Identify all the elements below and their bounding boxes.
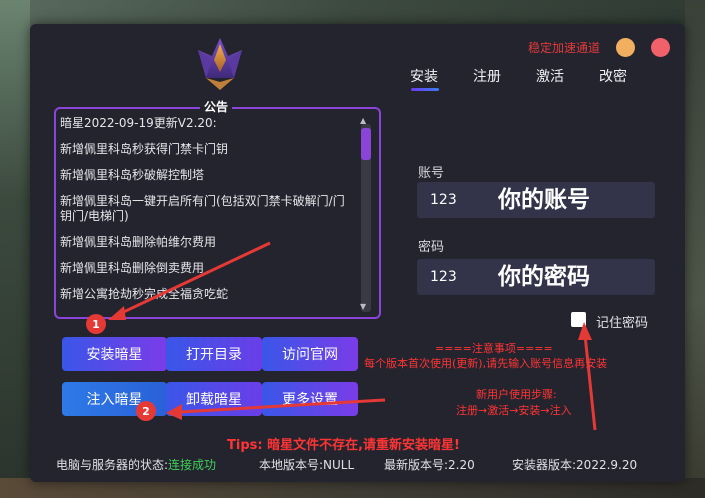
notice-item: 新增佩里科岛删除帕维尔费用: [60, 235, 217, 249]
connection-status: 电脑与服务器的状态:连接成功: [56, 456, 216, 473]
notice-item: 新增公寓抢劫秒完成全福贪吃蛇: [60, 287, 229, 301]
crown-gem-logo-icon: [198, 38, 242, 90]
notice-item: 暗星2022-09-19更新V2.20:: [60, 116, 217, 130]
tab-install[interactable]: 安装: [410, 66, 438, 86]
notice-title: 公告: [200, 98, 233, 115]
installer-version: 安装器版本:2022.9.20: [512, 458, 638, 472]
new-user-steps: 注册→激活→安装→注入: [456, 404, 572, 417]
password-value: 123: [430, 269, 457, 285]
scroll-down-icon[interactable]: ▼: [360, 302, 366, 311]
account-label: 账号: [418, 166, 445, 181]
new-user-heading: 新用户使用步骤:: [476, 388, 557, 401]
latest-version: 最新版本号:2.20: [384, 458, 475, 472]
channel-link[interactable]: 稳定加速通道: [528, 39, 600, 56]
password-hint: 你的密码: [498, 264, 590, 290]
password-label: 密码: [418, 240, 445, 255]
close-button[interactable]: [651, 38, 670, 57]
account-value: 123: [430, 192, 457, 208]
step-badge-1: 1: [86, 314, 106, 334]
scroll-up-icon[interactable]: ▲: [360, 116, 366, 125]
notice-scroll-thumb[interactable]: [361, 128, 371, 160]
visit-website-button[interactable]: 访问官网: [262, 337, 358, 371]
tab-activate[interactable]: 激活: [536, 66, 564, 86]
notice-item: 新增佩里科岛秒获得门禁卡门钥: [60, 142, 229, 156]
active-tab-indicator: [411, 88, 439, 91]
connection-status-value: 连接成功: [168, 458, 217, 472]
local-version: 本地版本号:NULL: [259, 458, 355, 472]
notice-item: 新增佩里科岛秒破解控制塔: [60, 168, 205, 182]
notice-heading: ====注意事项====: [435, 342, 553, 355]
notice-list[interactable]: 暗星2022-09-19更新V2.20: 新增佩里科岛秒获得门禁卡门钥 新增佩里…: [60, 116, 356, 313]
notice-item: 新增佩里科岛一键开启所有门(包括双门禁卡破解门/门钥门/电梯门): [60, 194, 345, 223]
connection-status-label: 电脑与服务器的状态:: [56, 458, 169, 472]
remember-password-label: 记住密码: [596, 316, 649, 331]
uninstall-button[interactable]: 卸载暗星: [166, 382, 262, 416]
notice-item: 新增佩里科岛删除倒卖费用: [60, 261, 205, 275]
background-right: [685, 0, 705, 498]
remember-password-checkbox[interactable]: [571, 312, 586, 327]
launcher-window: 稳定加速通道 公告 暗星2022-09-19更新V2.20: 新增佩里科岛秒获得…: [30, 24, 685, 482]
tips-message: Tips: 暗星文件不存在,请重新安装暗星!: [227, 438, 460, 453]
minimize-button[interactable]: [616, 38, 635, 57]
open-directory-button[interactable]: 打开目录: [166, 337, 262, 371]
tab-register[interactable]: 注册: [473, 66, 501, 86]
step-badge-2: 2: [136, 401, 156, 421]
more-settings-button[interactable]: 更多设置: [262, 382, 358, 416]
tab-change-password[interactable]: 改密: [599, 66, 627, 86]
background-left: [0, 0, 30, 498]
install-button[interactable]: 安装暗星: [62, 337, 167, 371]
account-hint: 你的账号: [498, 187, 590, 213]
notice-body: 每个版本首次使用(更新),请先输入账号信息再安装: [364, 357, 608, 370]
